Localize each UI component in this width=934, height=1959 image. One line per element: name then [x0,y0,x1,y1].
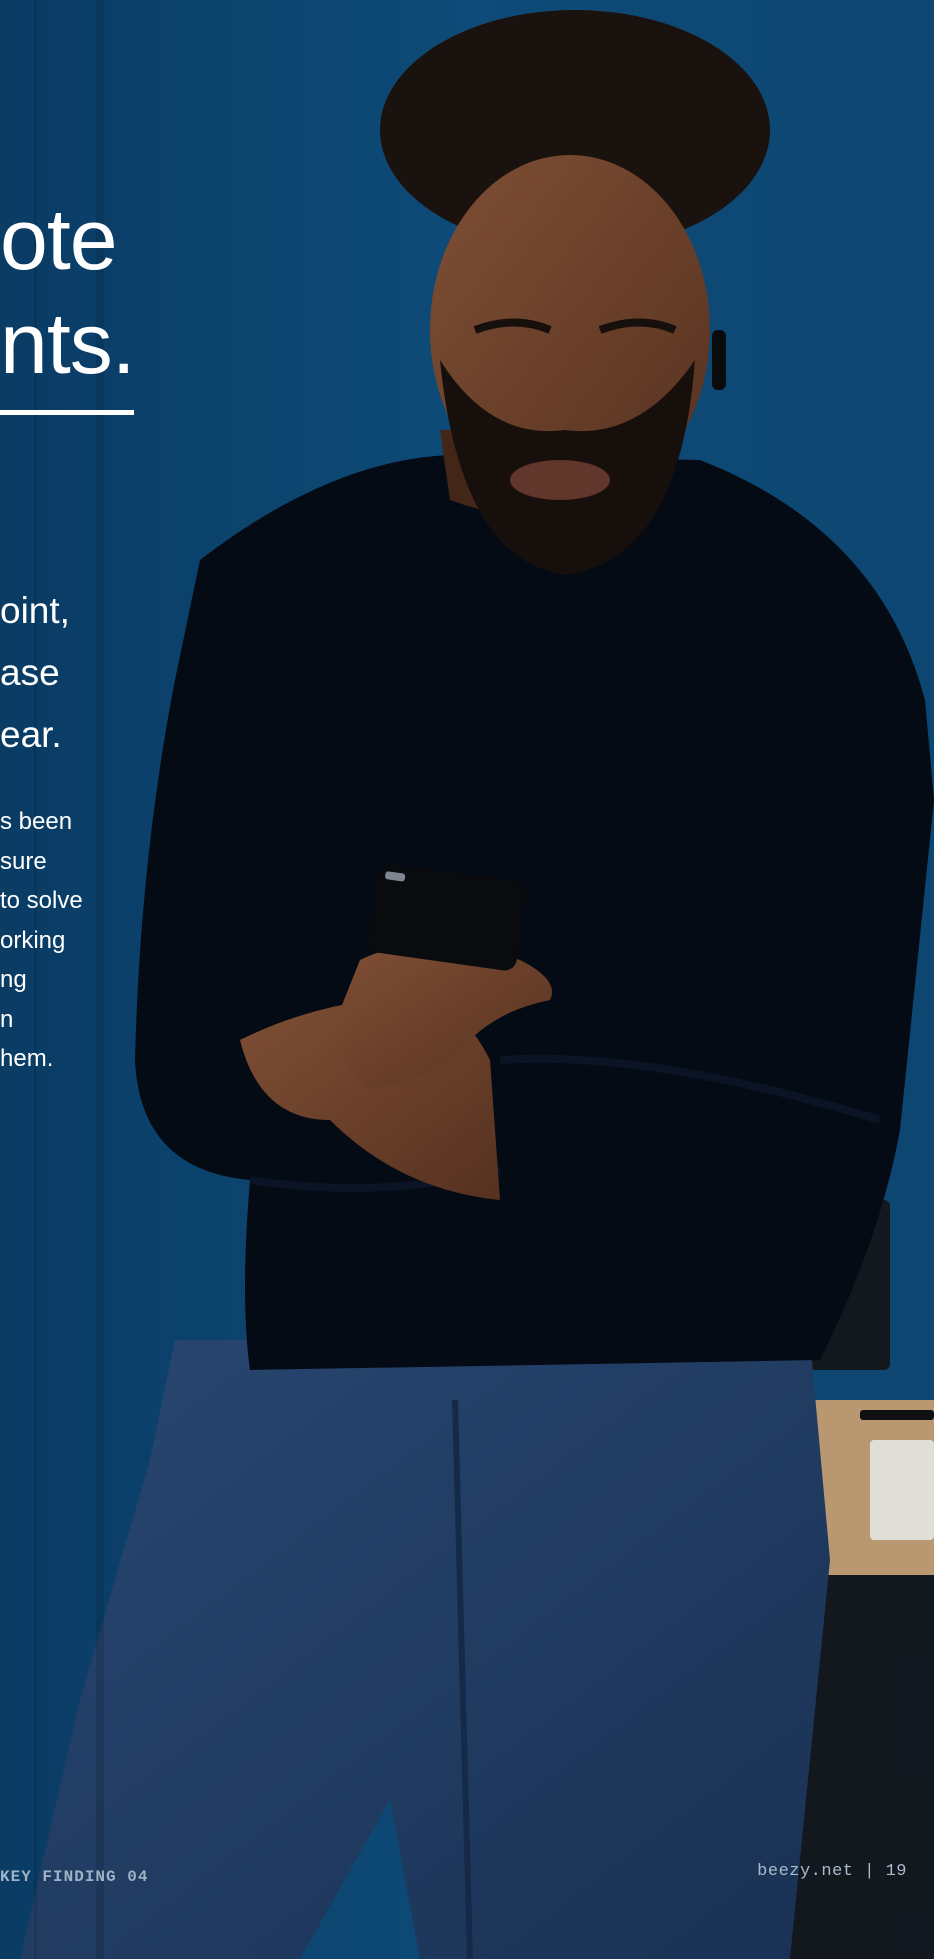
body-paragraph: s been sure to solve orking ng n hem. [0,802,83,1079]
lead-line: ase [0,652,60,693]
body-line: orking [0,926,66,954]
body-line: s been [0,808,73,835]
headline-underline [0,410,134,415]
body-line: ng [0,966,27,993]
report-page: ote nts. oint, ase ear. s been sure to s… [0,0,934,1959]
headline-line: ote [0,192,118,288]
section-label: KEY FINDING 04 [0,1868,149,1886]
body-line: to solve [0,887,83,914]
lead-paragraph: oint, ase ear. [0,580,70,766]
body-line: sure [0,847,47,875]
body-line: hem. [0,1045,54,1072]
body-line: n [0,1005,14,1033]
lead-line: ear. [0,714,62,755]
lead-line: oint, [0,590,70,631]
page-footer-url-number: beezy.net | 19 [757,1862,907,1881]
headline: ote nts. [0,188,136,396]
headline-line: nts. [0,296,136,392]
photo-man-using-smartphone [0,0,934,1959]
